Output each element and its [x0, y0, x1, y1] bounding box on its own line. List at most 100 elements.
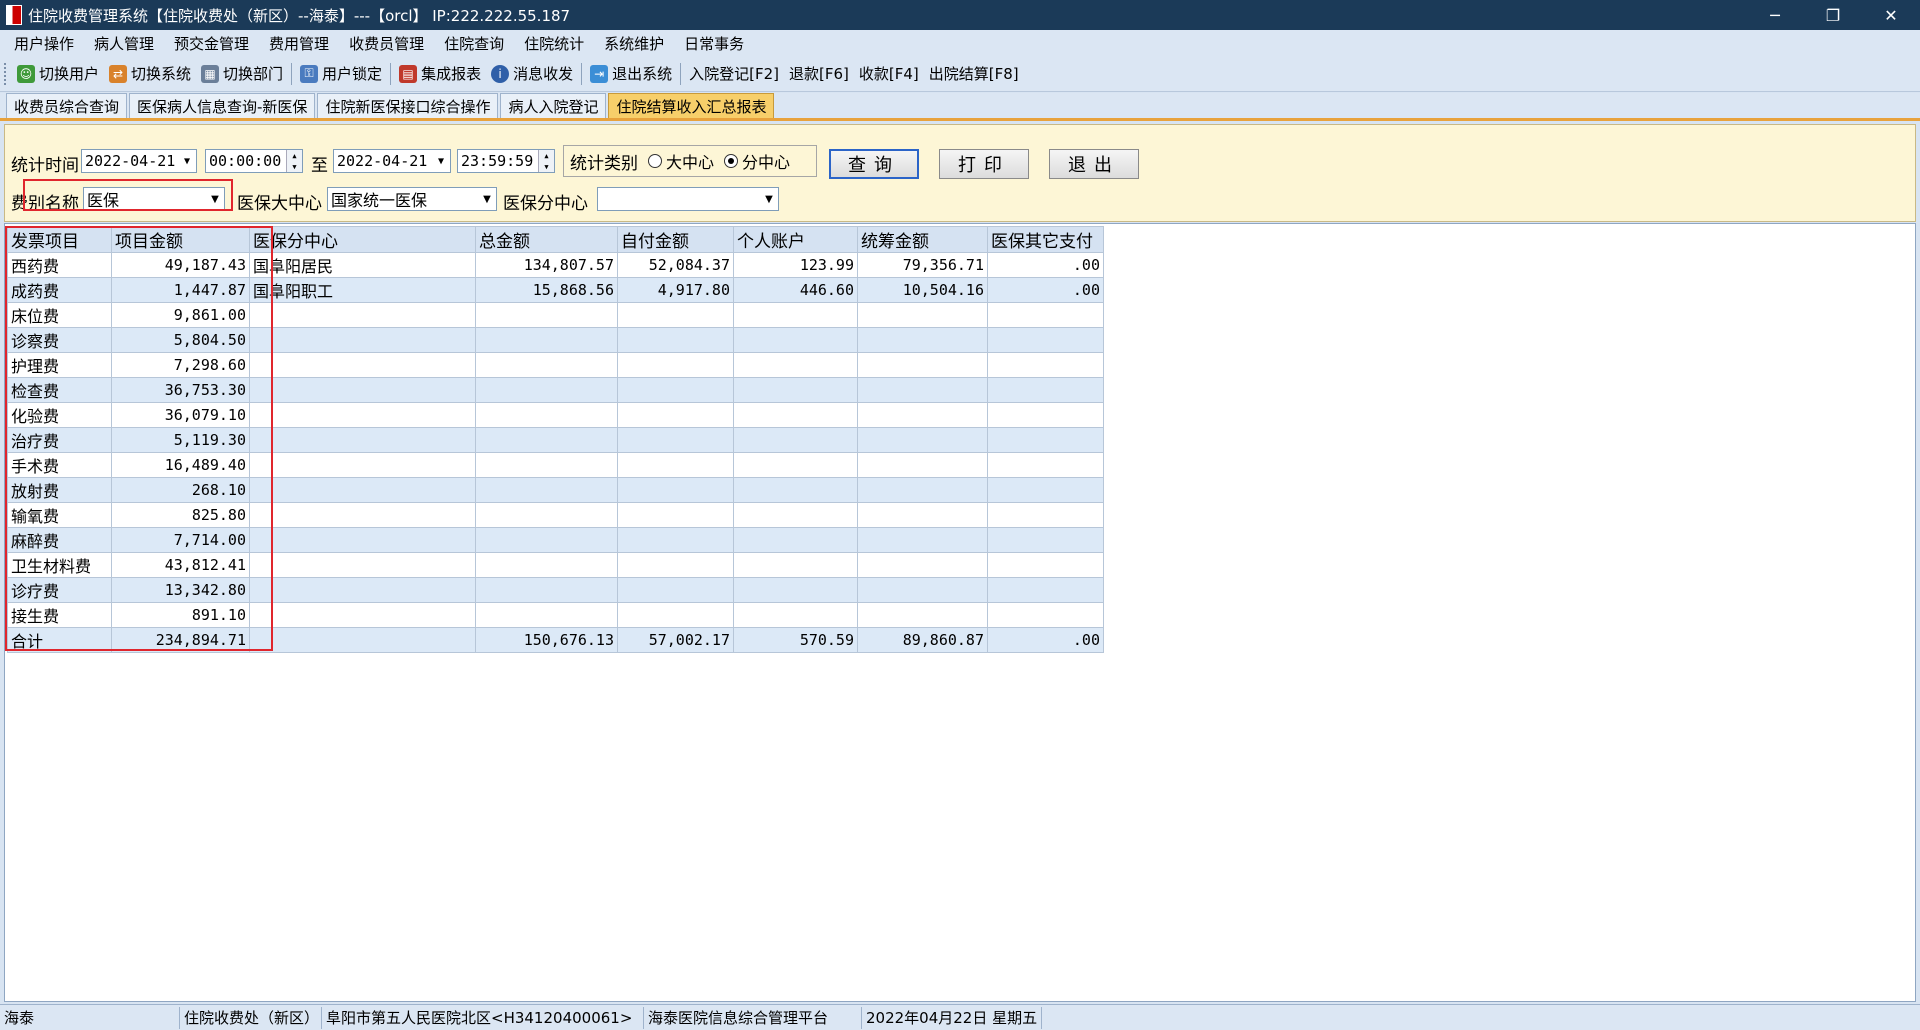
grid-cell[interactable]: [617, 377, 734, 403]
grid-cell[interactable]: [733, 577, 858, 603]
grid-cell[interactable]: 15,868.56: [475, 277, 618, 303]
grid-cell[interactable]: [733, 527, 858, 553]
grid-cell[interactable]: 7,714.00: [111, 527, 250, 553]
chevron-down-icon[interactable]: ▼: [478, 188, 496, 210]
menu-inpatient-stats[interactable]: 住院统计: [514, 33, 594, 54]
minimize-button[interactable]: ─: [1746, 0, 1804, 30]
grid-cell[interactable]: 手术费: [7, 452, 112, 478]
integrated-report-button[interactable]: ▤ 集成报表: [394, 60, 486, 88]
grid-cell[interactable]: 570.59: [733, 627, 858, 653]
col-header[interactable]: 个人账户: [733, 226, 858, 253]
grid-cell[interactable]: [733, 377, 858, 403]
grid-cell[interactable]: 5,804.50: [111, 327, 250, 353]
grid-cell[interactable]: 36,079.10: [111, 402, 250, 428]
table-row[interactable]: 成药费 1,447.87 国阜阳职工 15,868.56 4,917.80 446.60 1…: [7, 277, 1104, 303]
spin-down-icon[interactable]: ▼: [287, 161, 302, 172]
grid-cell[interactable]: [987, 377, 1104, 403]
grid-cell[interactable]: 合计: [7, 627, 112, 653]
grid-cell[interactable]: [475, 452, 618, 478]
grid-cell[interactable]: 49,187.43: [111, 252, 250, 278]
grid-cell[interactable]: 5,119.30: [111, 427, 250, 453]
grid-cell[interactable]: [475, 477, 618, 503]
grid-cell[interactable]: .00: [987, 277, 1104, 303]
grid-cell[interactable]: 治疗费: [7, 427, 112, 453]
grid-cell[interactable]: 化验费: [7, 402, 112, 428]
grid-cell[interactable]: [733, 477, 858, 503]
radio-branch[interactable]: 分中心: [724, 149, 790, 173]
toolbar-grip[interactable]: [4, 62, 8, 85]
col-header[interactable]: 项目金额: [111, 226, 250, 253]
grid-cell[interactable]: [617, 552, 734, 578]
grid-cell[interactable]: 放射费: [7, 477, 112, 503]
grid-cell[interactable]: [249, 327, 476, 353]
grid-cell[interactable]: 9,861.00: [111, 302, 250, 328]
table-row[interactable]: 诊察费 5,804.50: [7, 327, 1104, 353]
grid-cell[interactable]: [617, 602, 734, 628]
grid-cell[interactable]: [249, 377, 476, 403]
grid-cell[interactable]: 麻醉费: [7, 527, 112, 553]
grid-cell[interactable]: 7,298.60: [111, 352, 250, 378]
spin-up-icon[interactable]: ▲: [287, 150, 302, 161]
grid-cell[interactable]: [987, 302, 1104, 328]
grid-cell[interactable]: [475, 427, 618, 453]
menu-daily-affairs[interactable]: 日常事务: [674, 33, 754, 54]
chevron-down-icon[interactable]: ▼: [760, 188, 778, 210]
grid-cell[interactable]: [249, 552, 476, 578]
chevron-down-icon[interactable]: ▼: [178, 150, 196, 172]
grid-cell[interactable]: [987, 327, 1104, 353]
grid-cell[interactable]: 825.80: [111, 502, 250, 528]
grid-cell[interactable]: [475, 327, 618, 353]
grid-cell[interactable]: [617, 327, 734, 353]
spin-up-icon[interactable]: ▲: [539, 150, 554, 161]
grid-cell[interactable]: 4,917.80: [617, 277, 734, 303]
grid-cell[interactable]: [857, 452, 988, 478]
restore-button[interactable]: ❐: [1804, 0, 1862, 30]
grid-cell[interactable]: 16,489.40: [111, 452, 250, 478]
grid-cell[interactable]: [475, 302, 618, 328]
col-header[interactable]: 总金额: [475, 226, 618, 253]
menu-inpatient-query[interactable]: 住院查询: [434, 33, 514, 54]
table-row[interactable]: 手术费 16,489.40: [7, 452, 1104, 478]
grid-cell[interactable]: [249, 427, 476, 453]
grid-cell[interactable]: 36,753.30: [111, 377, 250, 403]
refund-button[interactable]: 退款[F6]: [784, 60, 854, 88]
grid-cell[interactable]: [733, 402, 858, 428]
grid-cell[interactable]: [249, 302, 476, 328]
table-row[interactable]: 床位费 9,861.00: [7, 302, 1104, 328]
table-row[interactable]: 卫生材料费 43,812.41: [7, 552, 1104, 578]
menu-system-maint[interactable]: 系统维护: [594, 33, 674, 54]
grid-cell[interactable]: [475, 502, 618, 528]
menu-user-ops[interactable]: 用户操作: [4, 33, 84, 54]
grid-cell[interactable]: 接生费: [7, 602, 112, 628]
grid-cell[interactable]: [733, 502, 858, 528]
date-to-picker[interactable]: 2022-04-21 ▼: [333, 149, 451, 173]
grid-cell[interactable]: 国阜阳居民: [249, 252, 476, 278]
time-from-spinner[interactable]: 00:00:00 ▲ ▼: [205, 149, 303, 173]
table-row[interactable]: 接生费 891.10: [7, 602, 1104, 628]
grid-cell[interactable]: [249, 527, 476, 553]
grid-cell[interactable]: [617, 577, 734, 603]
table-row[interactable]: 护理费 7,298.60: [7, 352, 1104, 378]
grid-cell[interactable]: 268.10: [111, 477, 250, 503]
chevron-down-icon[interactable]: ▼: [206, 188, 224, 210]
table-row[interactable]: 麻醉费 7,714.00: [7, 527, 1104, 553]
grid-cell[interactable]: [857, 427, 988, 453]
table-row[interactable]: 输氧费 825.80: [7, 502, 1104, 528]
switch-user-button[interactable]: ☺ 切换用户: [12, 60, 104, 88]
print-button[interactable]: 打印: [939, 149, 1029, 179]
grid-cell[interactable]: [987, 552, 1104, 578]
grid-cell[interactable]: [857, 502, 988, 528]
grid-cell[interactable]: 123.99: [733, 252, 858, 278]
grid-cell[interactable]: [857, 352, 988, 378]
grid-cell[interactable]: [857, 552, 988, 578]
grid-cell[interactable]: [249, 627, 476, 653]
grid-cell[interactable]: 134,807.57: [475, 252, 618, 278]
table-row[interactable]: 放射费 268.10: [7, 477, 1104, 503]
switch-system-button[interactable]: ⇄ 切换系统: [104, 60, 196, 88]
tab-cashier-query[interactable]: 收费员综合查询: [6, 93, 128, 118]
grid-cell[interactable]: [857, 577, 988, 603]
grid-cell[interactable]: [475, 552, 618, 578]
admission-register-button[interactable]: 入院登记[F2]: [684, 60, 784, 88]
close-button[interactable]: ✕: [1862, 0, 1920, 30]
tab-insurance-interface-ops[interactable]: 住院新医保接口综合操作: [317, 93, 499, 118]
